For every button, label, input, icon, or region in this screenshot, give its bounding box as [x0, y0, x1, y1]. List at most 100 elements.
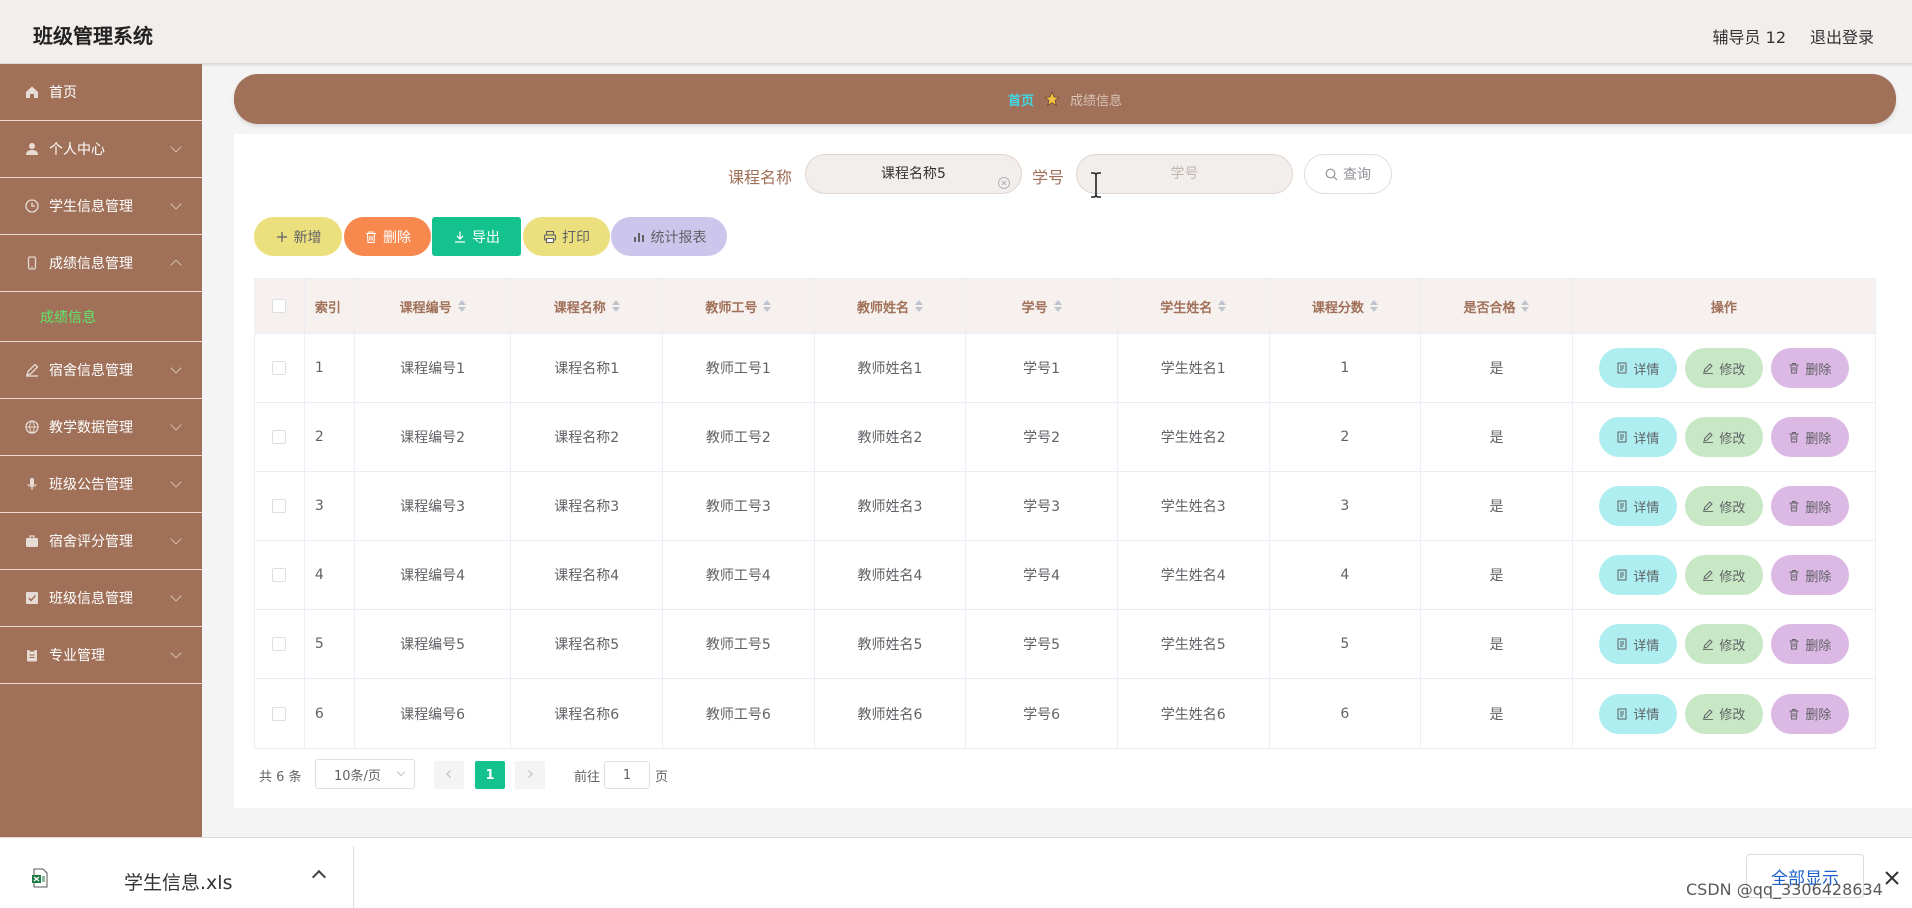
- sort-icon[interactable]: [1369, 300, 1378, 312]
- delete-button[interactable]: 删除: [1770, 693, 1849, 734]
- cell-course-no: 课程编号4: [355, 541, 512, 609]
- edit-button[interactable]: 修改: [1684, 693, 1763, 734]
- document-icon: [1616, 569, 1628, 581]
- delete-button[interactable]: 删除: [1770, 348, 1849, 388]
- delete-button[interactable]: 删除: [1770, 624, 1849, 664]
- sidebar-item-home[interactable]: 首页: [0, 64, 202, 121]
- sidebar-item-grades[interactable]: 成绩信息管理: [0, 235, 202, 292]
- row-actions: 详情 修改 删除: [1573, 679, 1875, 748]
- edit-button[interactable]: 修改: [1684, 348, 1763, 388]
- next-page-button[interactable]: [515, 761, 545, 789]
- edit-button[interactable]: 修改: [1684, 486, 1763, 526]
- col-header-teacher-no[interactable]: 教师工号: [663, 279, 815, 333]
- stats-report-button[interactable]: 统计报表: [611, 217, 727, 256]
- col-header-label: 教师姓名: [856, 300, 909, 316]
- sort-icon[interactable]: [611, 300, 620, 312]
- app-title: 班级管理系统: [33, 24, 153, 48]
- sidebar-item-classes[interactable]: 班级信息管理: [0, 570, 202, 627]
- grades-table: 索引 课程编号 课程名称 教师工号 教师姓名 学号 学生姓名 课程分数 是否合格…: [254, 278, 1876, 749]
- cell-teacher-no: 教师工号5: [663, 610, 815, 678]
- cell-index: 5: [305, 610, 355, 678]
- sort-icon[interactable]: [763, 300, 772, 312]
- cell-teacher-no: 教师工号3: [663, 472, 815, 540]
- detail-button[interactable]: 详情: [1598, 417, 1677, 457]
- detail-button[interactable]: 详情: [1598, 348, 1677, 388]
- delete-button-label: 删除: [1805, 362, 1832, 378]
- sidebar-item-students[interactable]: 学生信息管理: [0, 178, 202, 235]
- sidebar-item-label: 学生信息管理: [49, 199, 133, 215]
- row-checkbox[interactable]: [272, 637, 287, 651]
- col-header-score[interactable]: 课程分数: [1270, 279, 1422, 333]
- query-button[interactable]: 查询: [1304, 154, 1392, 194]
- course-name-input[interactable]: 课程名称5: [805, 154, 1022, 194]
- goto-suffix: 页: [655, 770, 669, 785]
- cell-course-name: 课程名称6: [511, 679, 664, 748]
- document-icon: [1616, 708, 1628, 720]
- sort-icon[interactable]: [457, 300, 466, 312]
- trash-icon: [1788, 708, 1800, 720]
- edit-button[interactable]: 修改: [1684, 624, 1763, 664]
- sidebar-item-teaching[interactable]: 教学数据管理: [0, 399, 202, 456]
- cell-score: 2: [1270, 403, 1422, 471]
- delete-button[interactable]: 删除: [1770, 555, 1849, 595]
- sidebar-item-majors[interactable]: 专业管理: [0, 627, 202, 684]
- table-row: 6 课程编号6 课程名称6 教师工号6 教师姓名6 学号6 学生姓名6 6 是详情 修改 删除: [255, 679, 1875, 748]
- sidebar-item-notices[interactable]: 班级公告管理: [0, 456, 202, 513]
- detail-button[interactable]: 详情: [1598, 555, 1677, 595]
- sidebar-item-dorm-scores[interactable]: 宿舍评分管理: [0, 513, 202, 570]
- sort-icon[interactable]: [1053, 300, 1062, 312]
- edit-button-label: 修改: [1719, 638, 1746, 654]
- row-checkbox[interactable]: [272, 568, 287, 582]
- edit-button[interactable]: 修改: [1684, 417, 1763, 457]
- sidebar-item-dorms[interactable]: 宿舍信息管理: [0, 342, 202, 399]
- student-no-input[interactable]: 学号: [1076, 154, 1293, 194]
- cell-index: 3: [305, 472, 355, 540]
- chevron-up-icon[interactable]: [311, 869, 327, 885]
- select-all-checkbox[interactable]: [272, 299, 287, 313]
- delete-button[interactable]: 删除: [1770, 417, 1849, 457]
- prev-page-button[interactable]: [434, 761, 464, 789]
- close-icon[interactable]: [1884, 870, 1900, 886]
- delete-button-label: 删除: [1805, 708, 1832, 723]
- clear-icon[interactable]: [997, 167, 1011, 189]
- edit-button-label: 修改: [1719, 569, 1746, 585]
- detail-button[interactable]: 详情: [1598, 486, 1677, 526]
- row-checkbox[interactable]: [272, 361, 287, 375]
- batch-delete-button[interactable]: 删除: [344, 217, 431, 256]
- detail-button[interactable]: 详情: [1598, 693, 1677, 734]
- sort-icon[interactable]: [914, 300, 923, 312]
- print-button[interactable]: 打印: [523, 217, 610, 256]
- sidebar-item-label: 班级公告管理: [49, 477, 133, 493]
- sidebar: 首页 个人中心 学生信息管理 成绩信息管理 成绩信息 宿舍信息管理 教学数据管理…: [0, 64, 202, 837]
- download-file-name[interactable]: 学生信息.xls: [124, 868, 232, 895]
- edit-button[interactable]: 修改: [1684, 555, 1763, 595]
- col-header-pass[interactable]: 是否合格: [1421, 279, 1573, 333]
- goto-page-input[interactable]: 1: [604, 761, 650, 789]
- logout-link[interactable]: 退出登录: [1810, 24, 1874, 48]
- col-header-student-no[interactable]: 学号: [966, 279, 1118, 333]
- chevron-right-icon: [525, 768, 535, 783]
- row-checkbox[interactable]: [272, 499, 287, 513]
- page-number-button[interactable]: 1: [475, 761, 505, 789]
- col-header-course-no[interactable]: 课程编号: [355, 279, 512, 333]
- sidebar-item-label: 专业管理: [49, 648, 105, 664]
- delete-button[interactable]: 删除: [1770, 486, 1849, 526]
- detail-button-label: 详情: [1633, 500, 1660, 516]
- sort-icon[interactable]: [1218, 300, 1227, 312]
- breadcrumb-home[interactable]: 首页: [1008, 90, 1034, 109]
- sidebar-item-profile[interactable]: 个人中心: [0, 121, 202, 178]
- text-cursor-icon: [1088, 172, 1104, 198]
- col-header-student-name[interactable]: 学生姓名: [1118, 279, 1270, 333]
- col-header-teacher-name[interactable]: 教师姓名: [815, 279, 967, 333]
- search-icon: [1325, 168, 1338, 181]
- sidebar-subitem-grade-info[interactable]: 成绩信息: [0, 292, 202, 342]
- row-checkbox[interactable]: [272, 430, 287, 444]
- detail-button[interactable]: 详情: [1598, 624, 1677, 664]
- col-header-course-name[interactable]: 课程名称: [511, 279, 664, 333]
- export-button[interactable]: 导出: [432, 217, 521, 256]
- add-button[interactable]: 新增: [254, 217, 342, 256]
- page-size-select[interactable]: 10条/页: [315, 759, 415, 789]
- watermark: CSDN @qq_3306428634: [1686, 880, 1883, 899]
- row-checkbox[interactable]: [272, 706, 287, 721]
- sort-icon[interactable]: [1521, 300, 1530, 312]
